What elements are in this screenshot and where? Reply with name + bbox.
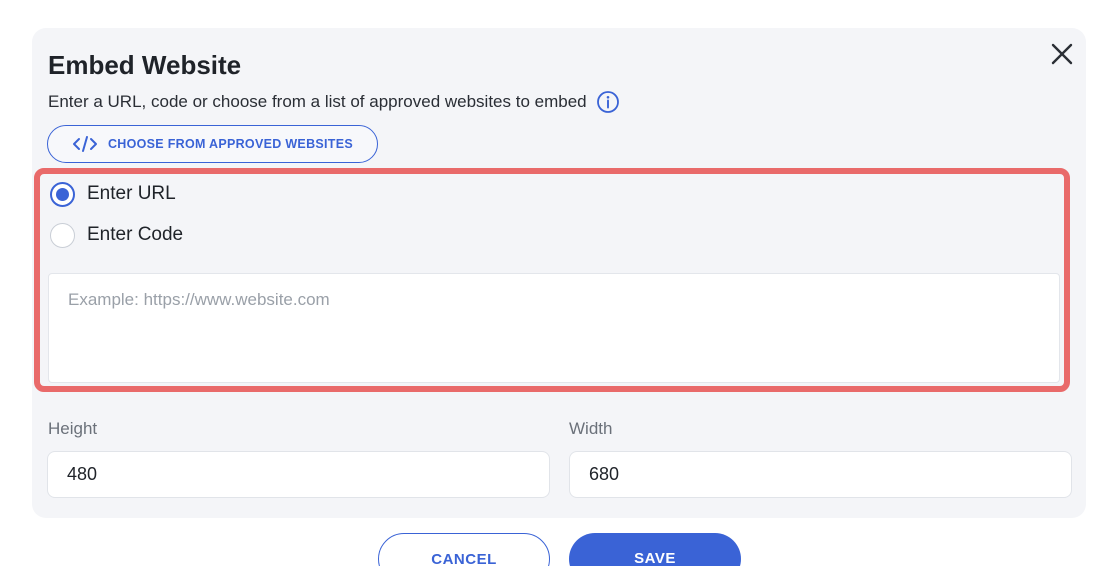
dialog-title: Embed Website <box>48 50 242 80</box>
subtitle-text: Enter a URL, code or choose from a list … <box>48 92 587 111</box>
save-button[interactable]: SAVE <box>569 533 741 566</box>
screen: Embed Website Enter a URL, code or choos… <box>0 0 1103 566</box>
choose-approved-websites-button[interactable]: CHOOSE FROM APPROVED WEBSITES <box>47 125 378 163</box>
code-icon <box>72 135 98 153</box>
dialog-subtitle: Enter a URL, code or choose from a list … <box>48 90 620 114</box>
close-icon <box>1051 43 1073 65</box>
radio-button-checked[interactable] <box>50 181 75 207</box>
width-input[interactable] <box>569 451 1072 498</box>
radio-enter-url[interactable]: Enter URL <box>50 181 176 207</box>
height-label: Height <box>48 419 98 438</box>
info-icon[interactable] <box>596 90 620 114</box>
close-button[interactable] <box>1048 40 1076 68</box>
cancel-button[interactable]: CANCEL <box>378 533 550 566</box>
width-label: Width <box>569 419 613 438</box>
height-input[interactable] <box>47 451 550 498</box>
radio-button-unchecked[interactable] <box>50 222 75 248</box>
radio-label: Enter Code <box>87 224 184 245</box>
url-input[interactable] <box>48 273 1060 383</box>
radio-enter-code[interactable]: Enter Code <box>50 222 183 248</box>
radio-label: Enter URL <box>87 183 176 204</box>
choose-button-label: CHOOSE FROM APPROVED WEBSITES <box>107 137 354 151</box>
